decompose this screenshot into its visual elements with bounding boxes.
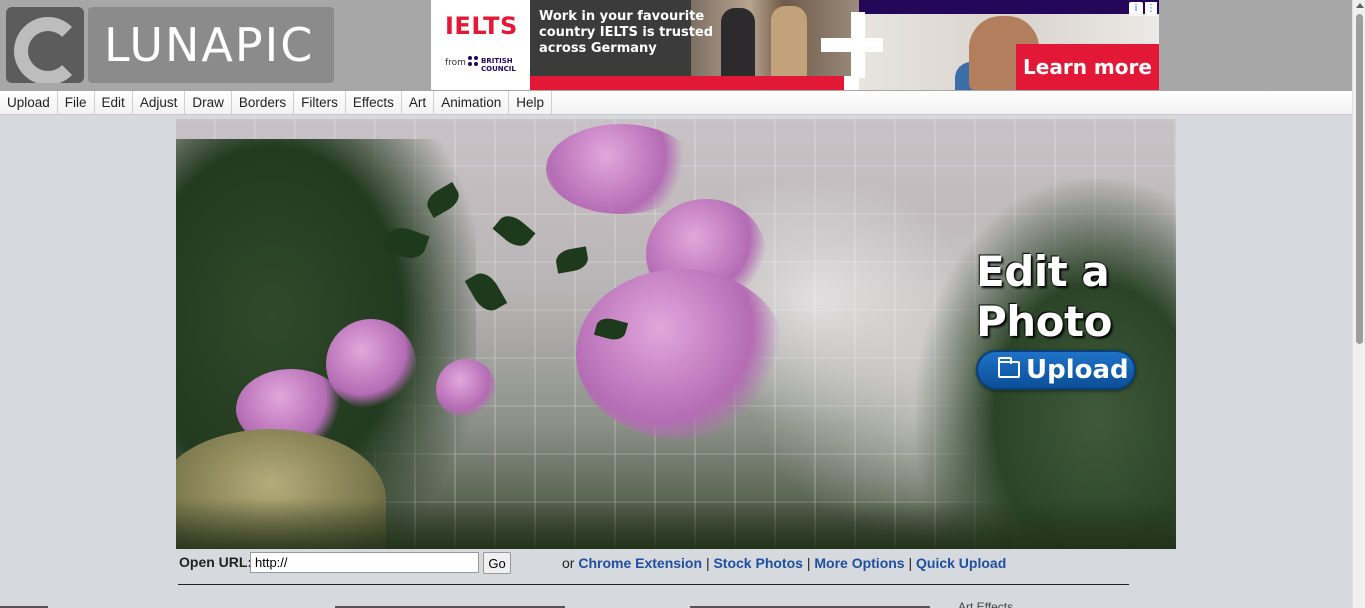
ad-from-text: from — [445, 58, 466, 68]
ad-banner[interactable]: IELTS from BRITISH COUNCIL Work in your … — [431, 0, 1159, 90]
page-scrollbar[interactable] — [1352, 0, 1365, 608]
main-menu-bar: Upload File Edit Adjust Draw Borders Fil… — [0, 91, 1352, 115]
hero-upload-button[interactable]: Upload — [976, 350, 1136, 390]
hero-title: Edit a Photo — [976, 247, 1112, 346]
ad-learn-more-button[interactable]: Learn more — [1016, 44, 1159, 90]
more-options-link[interactable]: More Options — [814, 555, 904, 571]
menu-art[interactable]: Art — [402, 91, 435, 115]
scroll-thumb[interactable] — [1356, 14, 1363, 344]
menu-draw[interactable]: Draw — [185, 91, 232, 115]
logo-crescent-icon — [6, 7, 84, 83]
ad-partner-text: BRITISH COUNCIL — [481, 57, 516, 73]
menu-borders[interactable]: Borders — [232, 91, 295, 115]
menu-upload[interactable]: Upload — [0, 91, 58, 115]
lunapic-logo[interactable]: LUNAPIC — [6, 7, 334, 83]
ad-info-icon[interactable]: i — [1129, 2, 1143, 16]
art-effects-heading: Art Effects — [958, 600, 1014, 608]
menu-edit[interactable]: Edit — [95, 91, 133, 115]
quick-upload-link[interactable]: Quick Upload — [916, 555, 1006, 571]
open-url-row: Open URL: Go or Chrome Extension | Stock… — [179, 552, 1179, 576]
folder-icon — [998, 357, 1020, 378]
menu-filters[interactable]: Filters — [294, 91, 346, 115]
menu-adjust[interactable]: Adjust — [133, 91, 186, 115]
british-council-logo-icon — [468, 56, 478, 66]
stock-photos-link[interactable]: Stock Photos — [713, 555, 802, 571]
go-button[interactable]: Go — [483, 552, 511, 574]
site-header: LUNAPIC IELTS from BRITISH COUNCIL Work … — [0, 0, 1352, 91]
divider — [178, 584, 1129, 585]
menu-help[interactable]: Help — [509, 91, 552, 115]
open-url-input[interactable] — [250, 552, 479, 573]
menu-effects[interactable]: Effects — [346, 91, 402, 115]
logo-wordmark: LUNAPIC — [88, 7, 334, 83]
menu-file[interactable]: File — [58, 91, 95, 115]
ad-menu-icon[interactable]: ⋮ — [1145, 2, 1157, 16]
scroll-up-arrow-icon[interactable] — [1356, 3, 1364, 8]
ad-purple-bar — [859, 0, 1159, 14]
ad-brand-text: IELTS — [445, 12, 518, 40]
ad-red-bar — [530, 76, 844, 90]
hero-blossom — [546, 124, 696, 214]
chrome-extension-link[interactable]: Chrome Extension — [578, 555, 702, 571]
open-url-label: Open URL: — [179, 554, 253, 570]
ad-headline: Work in your favourite country IELTS is … — [539, 9, 714, 56]
upload-options-links: or Chrome Extension | Stock Photos | Mor… — [562, 555, 1007, 571]
ad-brand-panel: IELTS from BRITISH COUNCIL — [431, 0, 530, 90]
hero-image[interactable]: Edit a Photo Upload — [176, 119, 1176, 549]
hero-upload-label: Upload — [1026, 355, 1129, 385]
menu-animation[interactable]: Animation — [434, 91, 510, 115]
